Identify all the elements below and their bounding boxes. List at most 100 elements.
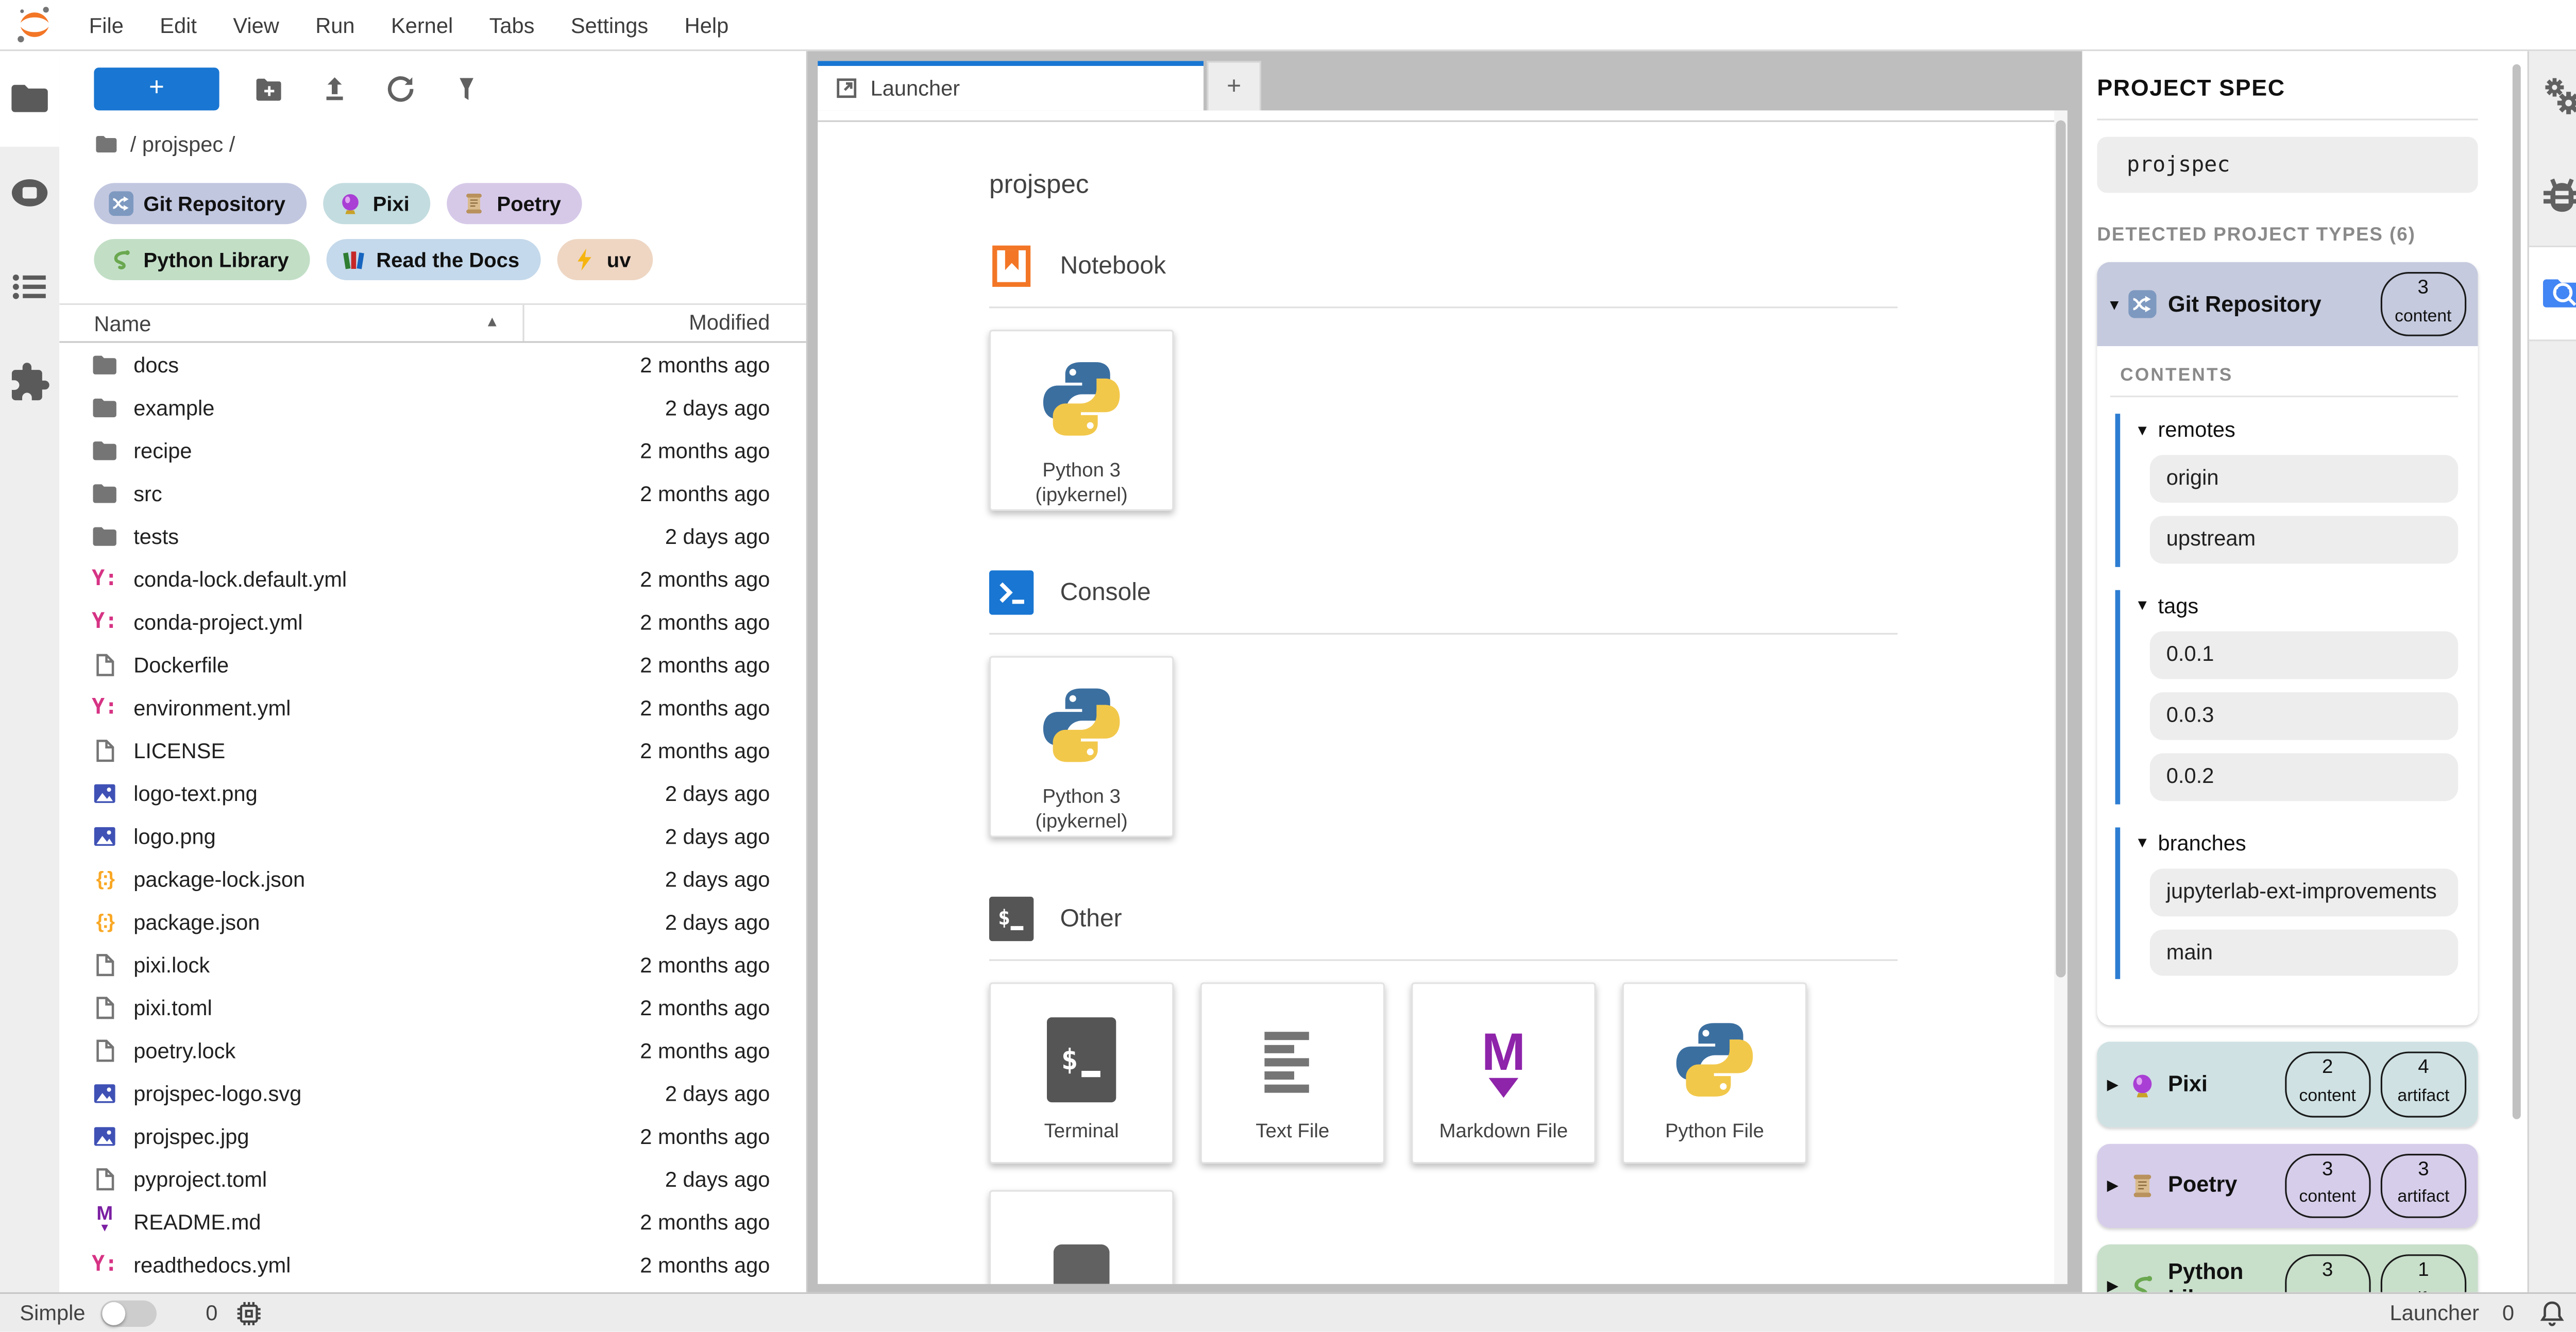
count-badge-artifact: 1artifact [2381,1254,2466,1292]
sidebar-tab-files[interactable] [0,51,59,147]
file-row[interactable]: M▼README.md2 months ago [59,1200,806,1243]
launcher-card-text-file[interactable]: Text File [1200,982,1385,1164]
file-row[interactable]: projspec.jpg2 months ago [59,1114,806,1157]
other-section-icon: $ [989,897,1033,941]
file-row[interactable]: logo.png2 days ago [59,814,806,857]
file-row[interactable]: pyproject.toml2 days ago [59,1157,806,1200]
content-item[interactable]: main [2150,929,2458,976]
section-label: Console [1060,578,1151,606]
project-type-header[interactable]: ▶Poetry3content3artifact [2097,1143,2478,1228]
tree-group-remotes: ▼remotes origin upstream [2115,414,2459,567]
project-type-header[interactable]: ▼Git Repository3content [2097,262,2478,347]
menu-tabs[interactable]: Tabs [471,0,552,50]
file-row[interactable]: LICENSE2 months ago [59,728,806,771]
upload-icon[interactable] [318,73,351,106]
new-folder-icon[interactable] [252,73,285,106]
tree-group-label[interactable]: ▼branches [2135,830,2458,855]
content-item[interactable]: 0.0.1 [2150,631,2458,679]
project-type-badge-read-the-docs[interactable]: Read the Docs [327,239,541,280]
file-row[interactable]: recipe2 months ago [59,429,806,471]
debugger-bug-icon[interactable] [2538,173,2576,219]
file-row[interactable]: {:}package-lock.json2 days ago [59,857,806,900]
launcher-card-markdown-file[interactable]: MMarkdown File [1411,982,1596,1164]
scrollbar-thumb[interactable] [2056,121,2065,978]
file-row[interactable]: Y:conda-project.yml2 months ago [59,600,806,643]
file-row[interactable]: pixi.lock2 months ago [59,943,806,985]
file-row[interactable]: docs2 months ago [59,343,806,386]
project-type-badge-git-repository[interactable]: Git Repository [94,183,307,224]
file-row[interactable]: pixi.toml2 months ago [59,986,806,1029]
filter-icon[interactable] [450,73,483,106]
file-modified: 2 months ago [526,1037,806,1062]
column-header-modified[interactable]: Modified [522,305,806,341]
file-modified: 2 months ago [526,566,806,591]
section-header: $ Other [989,897,1897,961]
badge-label: Read the Docs [376,248,519,271]
content-item[interactable]: 0.0.2 [2150,753,2458,800]
file-row[interactable]: src2 months ago [59,471,806,514]
launcher-card-python-3-ipykernel[interactable]: Python 3 (ipykernel) [989,656,1174,838]
image-icon [91,1122,118,1150]
file-row[interactable]: Y:conda-lock.default.yml2 months ago [59,557,806,600]
new-tab-button[interactable]: + [1207,61,1261,110]
type-badges: 2content4artifact [2284,1052,2466,1117]
project-type-python-library: ▶Python Library3content1artifact [2097,1244,2478,1292]
file-row[interactable]: {:}package.json2 days ago [59,900,806,943]
new-launcher-button[interactable]: + [94,67,219,110]
tree-group-label[interactable]: ▼tags [2135,593,2458,618]
menu-help[interactable]: Help [666,0,747,50]
content-item[interactable]: origin [2150,455,2458,503]
menu-settings[interactable]: Settings [553,0,667,50]
project-type-badge-python-library[interactable]: Python Library [94,239,310,280]
divider [2110,396,2458,398]
content-item[interactable]: 0.0.3 [2150,692,2458,740]
file-row[interactable]: example2 days ago [59,386,806,429]
tree-group-label[interactable]: ▼remotes [2135,417,2458,442]
badge-label: Pixi [373,192,410,215]
content-item[interactable]: upstream [2150,516,2458,563]
launcher-card-python-3-ipykernel[interactable]: Python 3 (ipykernel) [989,330,1174,511]
bell-icon[interactable] [2537,1298,2567,1328]
card-label: Text File [1249,1119,1336,1145]
collapse-icon: ▼ [2135,597,2150,614]
menu-file[interactable]: File [71,0,142,50]
extensions-icon[interactable] [8,361,51,404]
project-type-badge-pixi[interactable]: Pixi [324,183,431,224]
project-type-badge-uv[interactable]: uv [557,239,652,280]
sidebar-tab-projspec[interactable]: { } [2528,246,2576,341]
collapse-icon: ▼ [2135,421,2150,438]
simple-mode-toggle[interactable] [100,1300,156,1326]
running-sessions-icon[interactable] [8,172,51,214]
section-label: Other [1060,905,1122,933]
breadcrumb[interactable]: / projspec / [59,132,806,157]
menu-run[interactable]: Run [297,0,373,50]
launcher-card-terminal[interactable]: $Terminal [989,982,1174,1164]
file-row[interactable]: tests2 days ago [59,514,806,557]
column-header-name[interactable]: Name ▲ [59,311,522,335]
content-item[interactable]: jupyterlab-ext-improvements [2150,868,2458,915]
launcher-card-item[interactable] [989,1190,1174,1284]
property-inspector-icon[interactable] [2538,74,2576,121]
project-type-header[interactable]: ▶Pixi2content4artifact [2097,1043,2478,1127]
project-type-badge-poetry[interactable]: Poetry [447,183,582,224]
launcher-card-python-file[interactable]: Python File [1622,982,1807,1164]
file-row[interactable]: Y:environment.yml2 months ago [59,686,806,728]
file-row[interactable]: poetry.lock2 months ago [59,1029,806,1071]
scroll-icon [462,191,487,216]
project-type-header[interactable]: ▶Python Library3content1artifact [2097,1244,2478,1292]
menu-edit[interactable]: Edit [142,0,215,50]
file-row[interactable]: Y:readthedocs.yml2 months ago [59,1243,806,1286]
tab-launcher[interactable]: Launcher [818,61,1204,110]
expand-icon: ▶ [2107,1176,2129,1194]
refresh-icon[interactable] [384,73,417,106]
menu-kernel[interactable]: Kernel [373,0,471,50]
console-section-icon [989,570,1033,614]
file-modified: 2 months ago [526,652,806,677]
scrollbar-thumb[interactable] [2513,64,2521,1119]
file-row[interactable]: projspec-logo.svg2 days ago [59,1071,806,1114]
table-of-contents-icon[interactable] [8,265,51,308]
file-row[interactable]: Dockerfile2 months ago [59,643,806,686]
menu-view[interactable]: View [215,0,297,50]
file-row[interactable]: logo-text.png2 days ago [59,772,806,814]
kernel-chip-icon[interactable] [234,1298,264,1328]
